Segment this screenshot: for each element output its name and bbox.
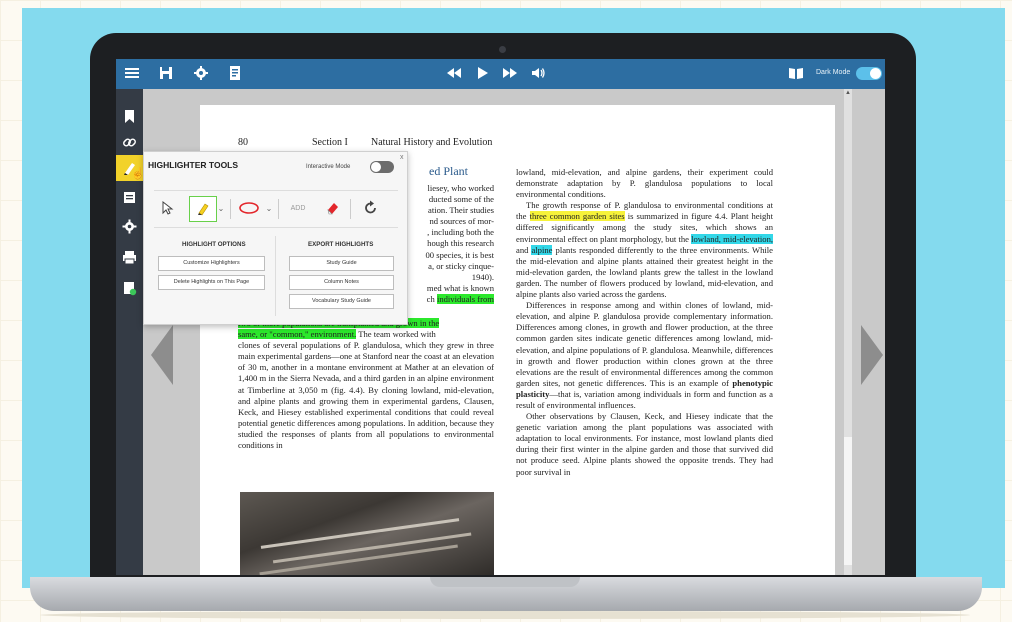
divider	[230, 199, 231, 219]
fast-forward-icon[interactable]	[502, 65, 518, 81]
book-icon[interactable]	[788, 65, 804, 81]
divider	[350, 199, 351, 219]
highlight-yellow: three common garden sites	[529, 211, 625, 222]
divider	[275, 236, 276, 316]
laptop-notch	[430, 577, 580, 587]
right-column: lowland, mid-elevation, and alpine garde…	[516, 167, 774, 477]
gear-icon[interactable]	[122, 219, 137, 234]
next-page-arrow[interactable]	[861, 325, 883, 385]
highlight-cyan: lowland, mid-elevation,	[691, 233, 774, 244]
chevron-down-icon[interactable]: ⌄	[264, 196, 274, 220]
scroll-up-icon[interactable]: ▲	[845, 90, 851, 96]
highlighter-pen-tool[interactable]	[189, 196, 217, 222]
chapter-title: ed Plant	[429, 164, 468, 178]
hand-cursor-icon: ☝	[131, 168, 145, 180]
figure-photo	[240, 492, 494, 575]
section-label: Section I	[312, 137, 348, 148]
delete-highlights-button[interactable]: Delete Highlights on This Page	[158, 275, 265, 290]
vocabulary-study-guide-button[interactable]: Vocabulary Study Guide	[289, 294, 394, 309]
dark-mode-toggle[interactable]	[856, 67, 882, 80]
document-icon[interactable]	[227, 65, 243, 81]
chevron-down-icon[interactable]: ⌄	[216, 196, 226, 220]
laptop-shadow	[40, 611, 970, 619]
link-icon[interactable]	[122, 135, 137, 150]
tool-row: ⌄ ⌄ ADD	[154, 190, 398, 228]
customize-highlighters-button[interactable]: Customize Highlighters	[158, 256, 265, 271]
cursor-icon[interactable]	[156, 196, 178, 220]
highlight-cyan: alpine	[531, 244, 553, 255]
volume-icon[interactable]	[530, 65, 546, 81]
interactive-mode-toggle[interactable]	[370, 161, 394, 173]
export-highlights-title: EXPORT HIGHLIGHTS	[308, 241, 374, 248]
save-icon[interactable]	[158, 65, 174, 81]
print-icon[interactable]	[122, 250, 137, 265]
rewind-icon[interactable]	[446, 65, 462, 81]
undo-icon[interactable]	[360, 196, 382, 220]
menu-icon[interactable]	[124, 65, 140, 81]
dark-mode-label: Dark Mode	[816, 69, 851, 76]
ellipse-tool[interactable]	[236, 196, 262, 220]
left-column-body: two or more populations are transplanted…	[238, 318, 494, 451]
study-guide-button[interactable]: Study Guide	[289, 256, 394, 271]
close-icon[interactable]: x	[400, 154, 404, 161]
highlighter-tools-popup: HIGHLIGHTER TOOLS Interactive Mode x ⌄ ⌄…	[143, 151, 408, 325]
add-button[interactable]: ADD	[286, 196, 310, 220]
scrollbar-thumb[interactable]	[844, 437, 852, 565]
previous-page-arrow[interactable]	[151, 325, 173, 385]
section-title: Natural History and Evolution	[371, 137, 493, 148]
page-number: 80	[238, 137, 248, 148]
highlight-green: individuals from	[436, 293, 494, 304]
notes-icon[interactable]	[122, 190, 137, 205]
popup-title: HIGHLIGHTER TOOLS	[148, 160, 239, 170]
bookmark-icon[interactable]	[122, 109, 137, 124]
highlight-options-title: HIGHLIGHT OPTIONS	[182, 241, 246, 248]
left-column-fragment: liesey, who worked ducted some of the at…	[425, 183, 494, 304]
checklist-icon[interactable]	[122, 281, 137, 296]
top-toolbar: Dark Mode	[116, 59, 885, 89]
play-icon[interactable]	[474, 65, 490, 81]
eraser-icon[interactable]	[322, 196, 344, 220]
column-notes-button[interactable]: Column Notes	[289, 275, 394, 290]
interactive-mode-label: Interactive Mode	[306, 164, 351, 170]
app-screen: Dark Mode ▲ 80 Section I Natural History…	[116, 59, 885, 575]
settings-icon[interactable]	[193, 65, 209, 81]
divider	[278, 199, 279, 219]
camera	[499, 46, 506, 53]
highlight-green: same, or "common," environment.	[238, 329, 357, 340]
